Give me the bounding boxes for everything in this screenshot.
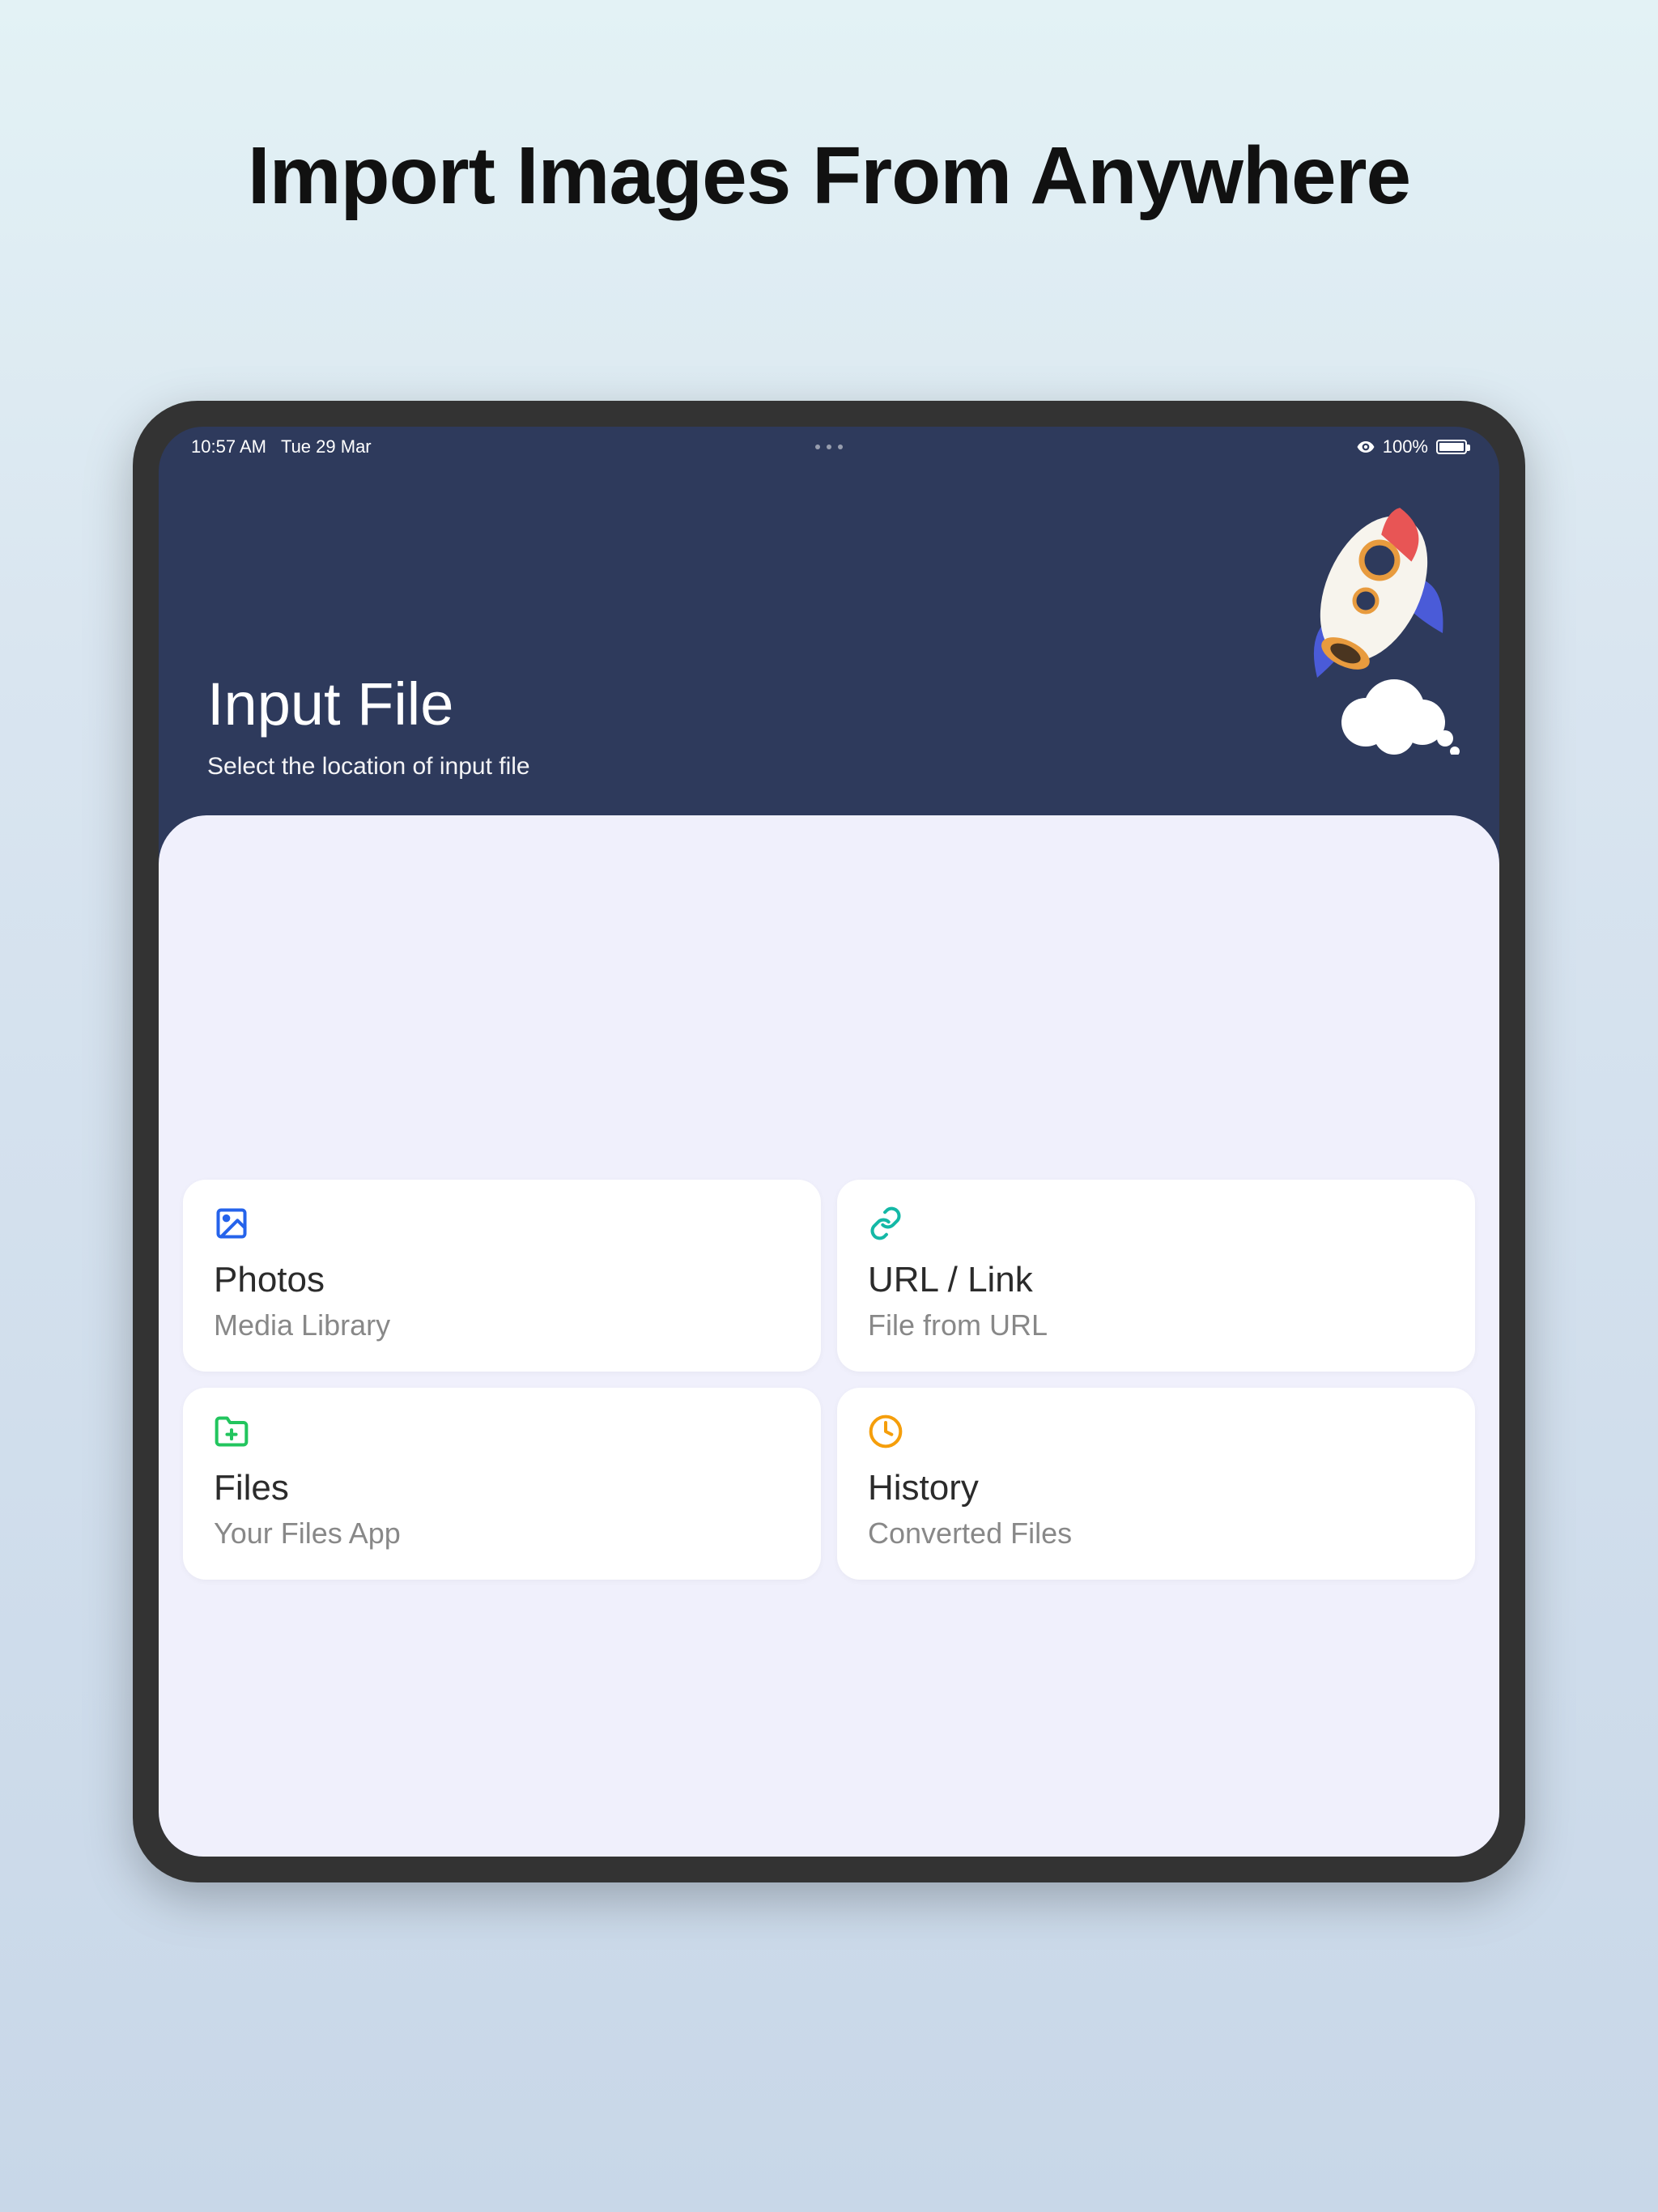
option-title: History xyxy=(868,1468,1444,1508)
status-date: Tue 29 Mar xyxy=(281,436,372,457)
option-title: Files xyxy=(214,1468,790,1508)
marketing-headline: Import Images From Anywhere xyxy=(248,130,1410,223)
page-subtitle: Select the location of input file xyxy=(207,753,1451,781)
tablet-screen: 10:57 AM Tue 29 Mar 100% Input File Sele… xyxy=(159,427,1499,1857)
option-subtitle: Converted Files xyxy=(868,1516,1444,1551)
battery-icon xyxy=(1436,440,1467,454)
battery-percentage: 100% xyxy=(1383,436,1428,457)
clock-icon xyxy=(868,1414,903,1449)
privacy-eye-icon xyxy=(1357,441,1375,453)
option-files[interactable]: Files Your Files App xyxy=(183,1388,821,1580)
option-title: URL / Link xyxy=(868,1260,1444,1300)
option-subtitle: Media Library xyxy=(214,1308,790,1342)
status-bar: 10:57 AM Tue 29 Mar 100% xyxy=(159,427,1499,467)
app-header: Input File Select the location of input … xyxy=(159,467,1499,821)
link-icon xyxy=(868,1206,903,1241)
content-panel: Photos Media Library URL / Link File fro… xyxy=(159,815,1499,1857)
multitask-dots[interactable] xyxy=(815,445,843,449)
option-url[interactable]: URL / Link File from URL xyxy=(837,1180,1475,1372)
rocket-illustration xyxy=(1240,479,1467,755)
tablet-frame: 10:57 AM Tue 29 Mar 100% Input File Sele… xyxy=(133,401,1525,1882)
option-title: Photos xyxy=(214,1260,790,1300)
option-subtitle: File from URL xyxy=(868,1308,1444,1342)
status-time: 10:57 AM xyxy=(191,436,266,457)
option-history[interactable]: History Converted Files xyxy=(837,1388,1475,1580)
option-photos[interactable]: Photos Media Library xyxy=(183,1180,821,1372)
folder-plus-icon xyxy=(214,1414,249,1449)
photo-icon xyxy=(214,1206,249,1241)
option-subtitle: Your Files App xyxy=(214,1516,790,1551)
